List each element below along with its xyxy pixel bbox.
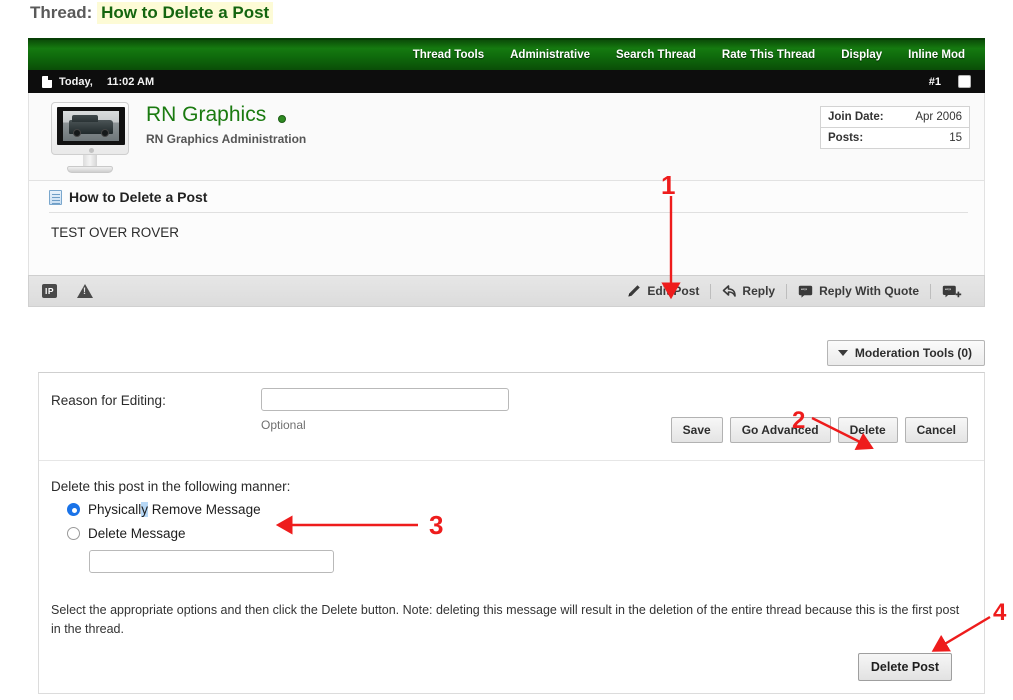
edit-post-label: Edit Post (647, 284, 699, 298)
edit-delete-panel: Reason for Editing: Optional Save Go Adv… (38, 372, 985, 694)
delete-button[interactable]: Delete (838, 417, 898, 443)
page-title: Thread: How to Delete a Post (30, 3, 273, 23)
join-date-label: Join Date: (828, 111, 884, 123)
nav-search-thread[interactable]: Search Thread (603, 49, 709, 61)
post-action-buttons: Edit Post Reply (616, 284, 984, 299)
delete-message-radio[interactable]: Delete Message (67, 526, 186, 541)
logo-dot-icon (89, 148, 94, 153)
quote-bubble-icon: “” (798, 285, 813, 298)
stat-row-join-date: Join Date: Apr 2006 (821, 107, 969, 127)
optional-note: Optional (261, 418, 306, 432)
reason-for-editing-input[interactable] (261, 388, 509, 411)
stat-row-posts: Posts: 15 (821, 127, 969, 148)
reason-for-editing-label: Reason for Editing: (51, 393, 166, 408)
report-warning-icon[interactable] (77, 284, 93, 298)
post-select-checkbox[interactable] (958, 75, 971, 88)
thread-navbar: Thread Tools Administrative Search Threa… (28, 38, 985, 70)
option-text-a: Physicall (88, 502, 141, 517)
page-root: Thread: How to Delete a Post Thread Tool… (0, 0, 1013, 700)
forum-post-panel: Thread Tools Administrative Search Threa… (28, 38, 985, 333)
post-body: TEST OVER ROVER (28, 213, 985, 275)
nav-rate-this-thread[interactable]: Rate This Thread (709, 49, 828, 61)
reply-arrow-icon (722, 284, 736, 298)
radio-selected-icon[interactable] (67, 503, 80, 516)
reason-for-editing-row: Reason for Editing: Optional Save Go Adv… (39, 373, 984, 461)
post-action-bar: IP Edit Post (28, 275, 985, 307)
edit-post-action[interactable]: Edit Post (616, 284, 710, 298)
svg-text:“”: “” (945, 288, 951, 294)
delete-reason-input[interactable] (89, 550, 334, 573)
vehicle-wheel-rear (101, 129, 109, 137)
posts-value: 15 (949, 132, 962, 144)
cancel-button[interactable]: Cancel (905, 417, 968, 443)
go-advanced-button[interactable]: Go Advanced (730, 417, 831, 443)
nav-thread-tools[interactable]: Thread Tools (400, 49, 497, 61)
annotation-number-2: 2 (792, 409, 805, 433)
delete-post-button[interactable]: Delete Post (858, 653, 952, 681)
post-title-zone: How to Delete a Post (28, 181, 985, 213)
avatar (51, 102, 129, 178)
physically-remove-message-label: Physically Remove Message (88, 502, 261, 517)
nav-inline-mod[interactable]: Inline Mod (895, 49, 985, 61)
delete-message-label: Delete Message (88, 526, 186, 541)
delete-options-heading: Delete this post in the following manner… (51, 479, 290, 494)
multiquote-action[interactable]: “” (931, 285, 974, 298)
reply-label: Reply (742, 284, 775, 298)
ip-badge-icon[interactable]: IP (42, 284, 57, 298)
imac-foot (67, 166, 113, 173)
thread-title: How to Delete a Post (97, 2, 273, 24)
user-title: RN Graphics Administration (146, 132, 306, 146)
nav-display[interactable]: Display (828, 49, 895, 61)
pencil-icon (627, 284, 641, 298)
post-body-text: TEST OVER ROVER (51, 225, 179, 240)
user-info-zone: RN Graphics RN Graphics Administration J… (28, 93, 985, 181)
chevron-down-icon (838, 350, 848, 356)
delete-notice-text: Select the appropriate options and then … (51, 601, 964, 640)
username[interactable]: RN Graphics (146, 103, 266, 127)
reply-with-quote-label: Reply With Quote (819, 284, 919, 298)
imac-monitor-icon (51, 102, 129, 155)
moderation-tools-button[interactable]: Moderation Tools (0) (827, 340, 985, 366)
post-time: 11:02 AM (107, 76, 154, 88)
moderation-tools-label: Moderation Tools (0) (855, 346, 972, 360)
thread-label: Thread: (30, 3, 92, 22)
edit-button-row: Save Go Advanced Delete Cancel (671, 417, 968, 443)
online-status-icon (278, 115, 286, 123)
post-number[interactable]: #1 (929, 76, 941, 88)
post-page-icon (49, 190, 62, 205)
annotation-number-4: 4 (993, 601, 1006, 625)
user-stats-box: Join Date: Apr 2006 Posts: 15 (820, 106, 970, 149)
quote-plus-icon: “” (942, 285, 957, 298)
vehicle-photo (63, 111, 119, 141)
post-meta-bar: Today, 11:02 AM #1 (28, 70, 985, 93)
nav-administrative[interactable]: Administrative (497, 49, 603, 61)
join-date-value: Apr 2006 (915, 111, 962, 123)
post-date: Today, (59, 76, 93, 88)
annotation-number-1: 1 (661, 172, 675, 198)
document-icon (42, 76, 52, 88)
option-text-b: Remove Message (148, 502, 261, 517)
svg-text:“”: “” (801, 288, 807, 294)
vehicle-wheel-front (73, 129, 81, 137)
reply-action[interactable]: Reply (711, 284, 786, 298)
vehicle-body (69, 120, 113, 134)
annotation-number-3: 3 (429, 512, 443, 538)
radio-unselected-icon[interactable] (67, 527, 80, 540)
post-title: How to Delete a Post (69, 189, 207, 205)
physically-remove-message-radio[interactable]: Physically Remove Message (67, 502, 261, 517)
reply-with-quote-action[interactable]: “” Reply With Quote (787, 284, 930, 298)
posts-label: Posts: (828, 132, 863, 144)
delete-options-row: Delete this post in the following manner… (39, 461, 984, 591)
avatar-screen (57, 107, 125, 145)
save-button[interactable]: Save (671, 417, 723, 443)
